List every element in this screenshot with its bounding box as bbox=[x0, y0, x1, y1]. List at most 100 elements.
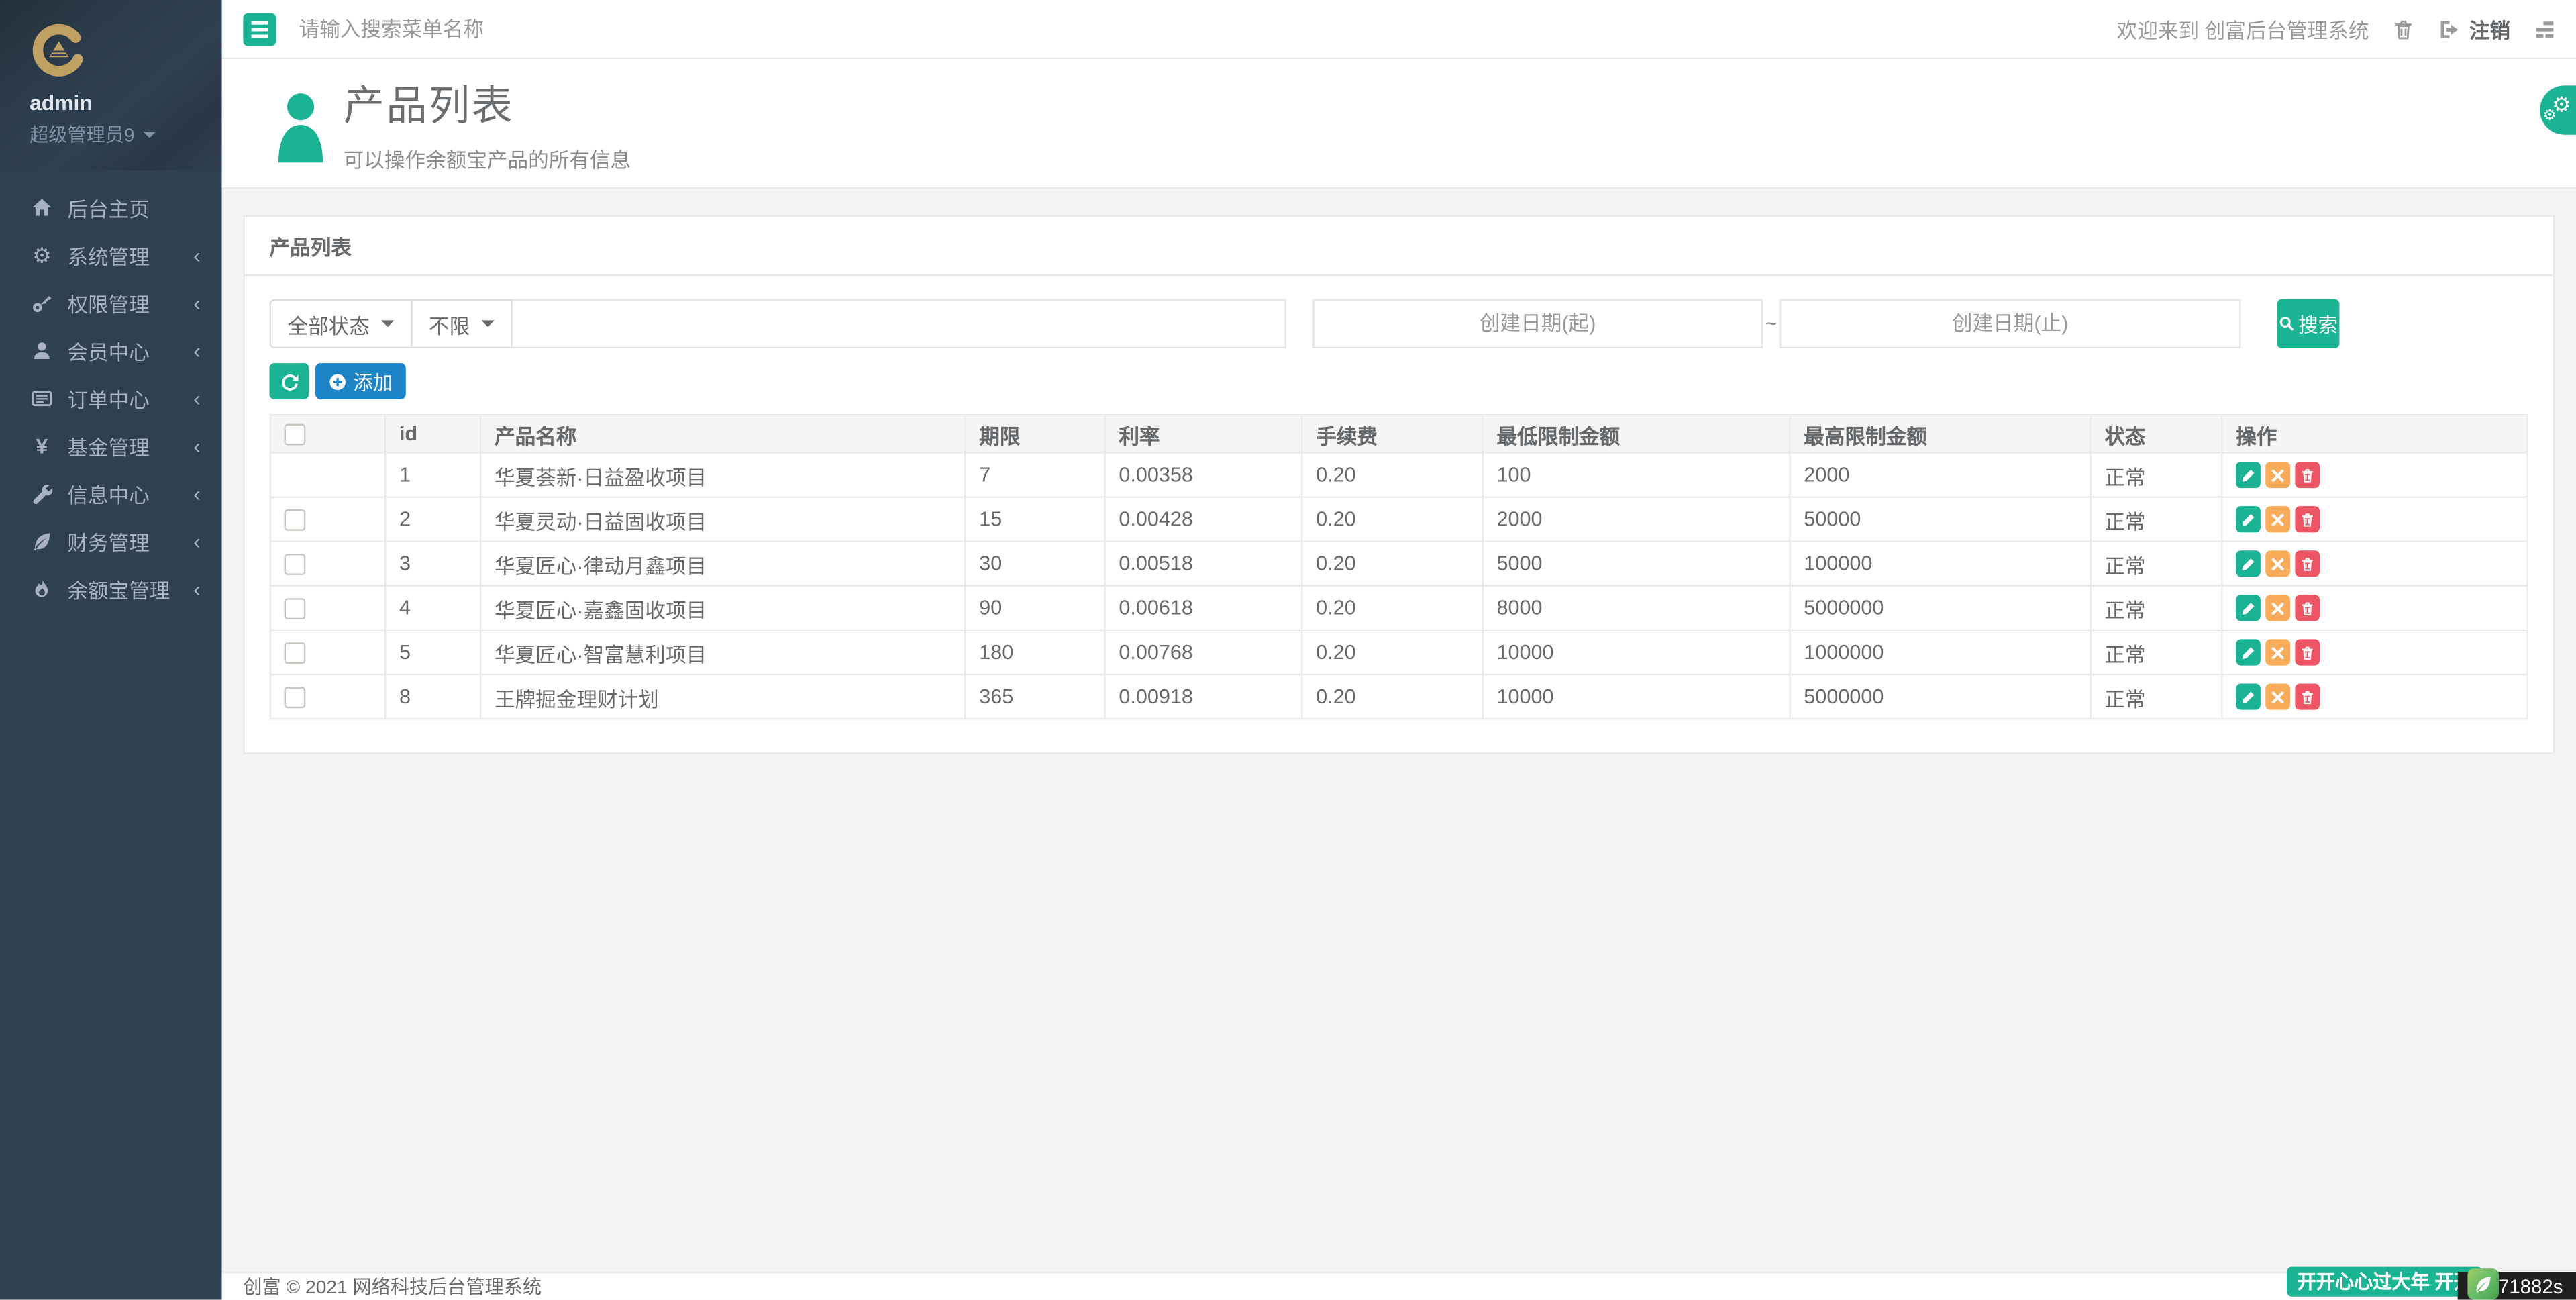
chevron-left-icon: ‹ bbox=[193, 483, 201, 505]
sidebar: admin 超级管理员9 后台主页⚙系统管理‹权限管理‹会员中心‹订单中心‹¥基… bbox=[0, 0, 222, 1300]
chevron-left-icon: ‹ bbox=[193, 340, 201, 362]
edit-button[interactable] bbox=[2236, 506, 2261, 532]
row-checkbox[interactable] bbox=[285, 597, 306, 619]
delete-button[interactable] bbox=[2295, 550, 2320, 577]
edit-button[interactable] bbox=[2236, 462, 2261, 488]
close-button[interactable] bbox=[2265, 506, 2290, 532]
cell-max: 50000 bbox=[1790, 497, 2090, 542]
cell-status: 正常 bbox=[2091, 586, 2222, 630]
close-button[interactable] bbox=[2265, 639, 2290, 665]
close-button[interactable] bbox=[2265, 595, 2290, 621]
sidebar-item-key[interactable]: 权限管理‹ bbox=[0, 279, 222, 327]
taskbar-icon[interactable] bbox=[2533, 17, 2556, 40]
topbar-right: 欢迎来到 创富后台管理系统 注销 bbox=[2117, 13, 2557, 45]
menu-search-input[interactable] bbox=[299, 17, 792, 40]
cell-term: 30 bbox=[965, 542, 1104, 586]
row-checkbox[interactable] bbox=[285, 686, 306, 707]
add-button[interactable]: 添加 bbox=[315, 363, 406, 399]
row-checkbox[interactable] bbox=[285, 509, 306, 530]
row-checkbox[interactable] bbox=[285, 642, 306, 663]
close-button[interactable] bbox=[2265, 550, 2290, 577]
trash-icon[interactable] bbox=[2392, 17, 2415, 40]
chevron-left-icon: ‹ bbox=[193, 579, 201, 600]
sidebar-item-yen[interactable]: ¥基金管理‹ bbox=[0, 422, 222, 470]
date-to-input[interactable] bbox=[1780, 299, 2241, 348]
cell-max: 5000000 bbox=[1790, 586, 2090, 630]
key-icon bbox=[30, 291, 54, 315]
cell-rate: 0.00618 bbox=[1105, 586, 1302, 630]
yen-icon: ¥ bbox=[30, 434, 54, 458]
main-area: 欢迎来到 创富后台管理系统 注销 bbox=[222, 0, 2576, 1300]
gear-icon: ⚙ bbox=[2543, 107, 2557, 125]
chevron-left-icon: ‹ bbox=[193, 436, 201, 457]
cell-actions bbox=[2222, 453, 2527, 497]
cell-term: 15 bbox=[965, 497, 1104, 542]
edit-button[interactable] bbox=[2236, 550, 2261, 577]
sidebar-item-flame[interactable]: 余额宝管理‹ bbox=[0, 565, 222, 613]
status-dropdown[interactable]: 全部状态 bbox=[270, 299, 413, 348]
sidebar-item-label: 后台主页 bbox=[67, 192, 200, 223]
cell-actions bbox=[2222, 630, 2527, 674]
sidebar-item-label: 系统管理 bbox=[67, 240, 193, 271]
cell-term: 7 bbox=[965, 453, 1104, 497]
sidebar-item-home[interactable]: 后台主页 bbox=[0, 184, 222, 232]
sidebar-item-wrench[interactable]: 信息中心‹ bbox=[0, 470, 222, 517]
refresh-button[interactable] bbox=[270, 363, 309, 399]
sidebar-item-label: 财务管理 bbox=[67, 526, 193, 557]
close-button[interactable] bbox=[2265, 684, 2290, 710]
cell-id: 5 bbox=[385, 630, 480, 674]
page-person-icon bbox=[276, 91, 325, 163]
wrench-icon bbox=[30, 481, 54, 506]
sidebar-menu: 后台主页⚙系统管理‹权限管理‹会员中心‹订单中心‹¥基金管理‹信息中心‹财务管理… bbox=[0, 184, 222, 613]
leaf-badge-icon[interactable] bbox=[2467, 1268, 2499, 1300]
sidebar-item-leaf[interactable]: 财务管理‹ bbox=[0, 517, 222, 565]
logout-button[interactable]: 注销 bbox=[2438, 13, 2510, 45]
home-icon bbox=[30, 195, 54, 220]
topbar: 欢迎来到 创富后台管理系统 注销 bbox=[222, 0, 2576, 59]
cell-max: 2000 bbox=[1790, 453, 2090, 497]
sidebar-toggle-button[interactable] bbox=[243, 12, 276, 45]
cell-fee: 0.20 bbox=[1302, 586, 1482, 630]
edit-button[interactable] bbox=[2236, 639, 2261, 665]
delete-button[interactable] bbox=[2295, 595, 2320, 621]
select-all-checkbox[interactable] bbox=[285, 423, 306, 444]
row-checkbox[interactable] bbox=[285, 553, 306, 574]
sidebar-item-label: 余额宝管理 bbox=[67, 573, 193, 605]
delete-button[interactable] bbox=[2295, 462, 2320, 488]
sign-out-icon bbox=[2438, 17, 2461, 40]
keyword-input[interactable] bbox=[513, 299, 1286, 348]
product-panel: 产品列表 全部状态 不限 ~ bbox=[243, 215, 2555, 754]
search-button[interactable]: 搜索 bbox=[2277, 299, 2339, 348]
delete-button[interactable] bbox=[2295, 506, 2320, 532]
cell-fee: 0.20 bbox=[1302, 453, 1482, 497]
date-from-input[interactable] bbox=[1312, 299, 1763, 348]
sidebar-item-label: 会员中心 bbox=[67, 335, 193, 366]
welcome-text: 欢迎来到 创富后台管理系统 bbox=[2117, 13, 2369, 45]
cell-rate: 0.00358 bbox=[1105, 453, 1302, 497]
close-button[interactable] bbox=[2265, 462, 2290, 488]
edit-button[interactable] bbox=[2236, 595, 2261, 621]
admin-username: admin bbox=[30, 91, 221, 115]
delete-button[interactable] bbox=[2295, 684, 2320, 710]
sidebar-item-gears[interactable]: ⚙系统管理‹ bbox=[0, 232, 222, 279]
sidebar-item-list[interactable]: 订单中心‹ bbox=[0, 374, 222, 422]
limit-dropdown[interactable]: 不限 bbox=[413, 299, 513, 348]
list-icon bbox=[30, 386, 54, 411]
admin-role-dropdown[interactable]: 超级管理员9 bbox=[30, 121, 221, 148]
chevron-left-icon: ‹ bbox=[193, 531, 201, 552]
cell-rate: 0.00918 bbox=[1105, 674, 1302, 719]
sidebar-item-user[interactable]: 会员中心‹ bbox=[0, 327, 222, 374]
cell-max: 1000000 bbox=[1790, 630, 2090, 674]
app-viewport: admin 超级管理员9 后台主页⚙系统管理‹权限管理‹会员中心‹订单中心‹¥基… bbox=[0, 0, 2576, 1300]
delete-button[interactable] bbox=[2295, 639, 2320, 665]
cell-status: 正常 bbox=[2091, 630, 2222, 674]
cell-name: 华夏灵动·日益固收项目 bbox=[480, 497, 965, 542]
footer: 创富 © 2021 网络科技后台管理系统 bbox=[222, 1272, 2576, 1300]
cell-min: 5000 bbox=[1483, 542, 1790, 586]
edit-button[interactable] bbox=[2236, 684, 2261, 710]
cell-id: 2 bbox=[385, 497, 480, 542]
column-header: id bbox=[385, 415, 480, 452]
panel-content: 全部状态 不限 ~ bbox=[245, 276, 2553, 752]
panel-title: 产品列表 bbox=[245, 217, 2553, 276]
cell-term: 365 bbox=[965, 674, 1104, 719]
